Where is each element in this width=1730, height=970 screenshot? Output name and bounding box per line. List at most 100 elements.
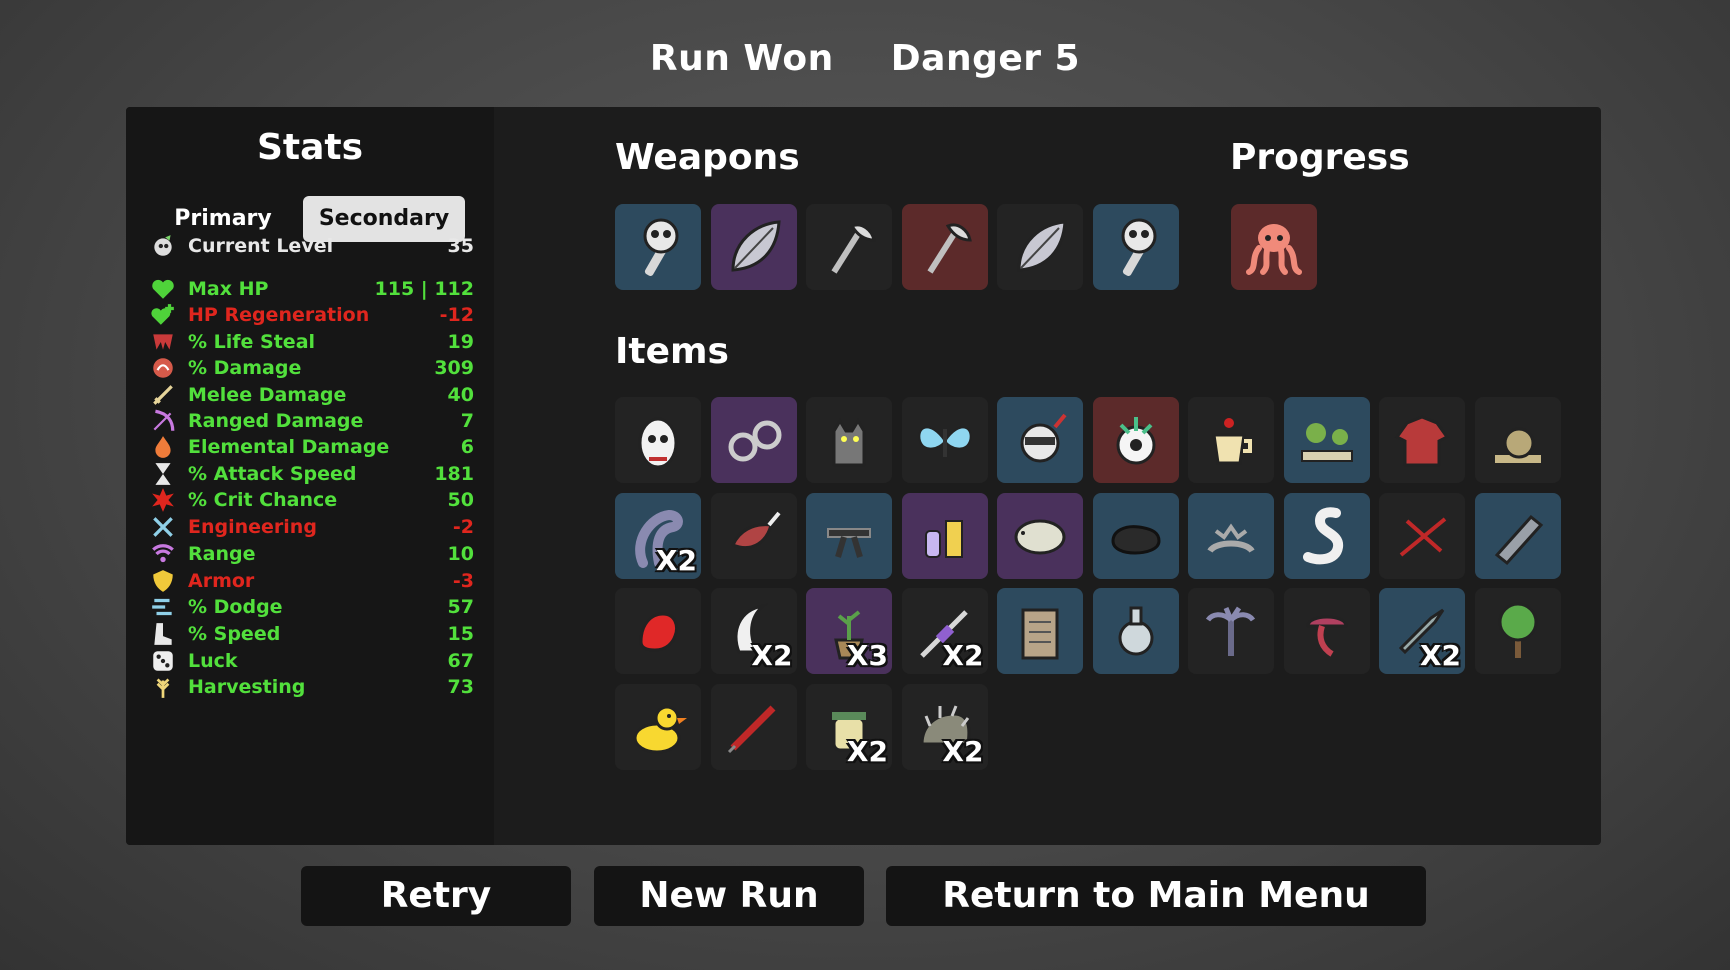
item-quantity: X2 — [1419, 639, 1461, 672]
weapon-slot[interactable] — [710, 204, 797, 290]
item-slot[interactable]: X2 — [901, 683, 988, 770]
retry-button[interactable]: Retry — [301, 866, 571, 926]
danger-level: Danger 5 — [890, 38, 1081, 79]
item-slot[interactable] — [1474, 492, 1561, 579]
item-slot[interactable] — [1379, 492, 1465, 579]
stat-row[interactable]: % Damage 309 — [150, 355, 474, 381]
item-slot[interactable]: X2 — [1379, 588, 1465, 674]
stat-value: 15 — [447, 623, 474, 645]
butterfly-icon — [910, 405, 980, 475]
duck-icon — [623, 692, 693, 762]
item-slot[interactable] — [1283, 397, 1370, 483]
stat-label: Melee Damage — [188, 384, 347, 406]
egg-icon — [623, 405, 693, 475]
stat-row[interactable]: Max HP 115 | 112 — [150, 276, 474, 302]
octopus-icon — [1239, 212, 1309, 282]
item-slot[interactable] — [1379, 397, 1465, 483]
item-slot[interactable] — [806, 397, 892, 483]
stat-row[interactable]: Melee Damage 40 — [150, 382, 474, 408]
garden-icon — [1292, 405, 1362, 475]
stat-row[interactable]: % Speed 15 — [150, 621, 474, 647]
stat-row[interactable]: Armor -3 — [150, 568, 474, 594]
item-slot[interactable] — [1474, 588, 1561, 674]
item-slot[interactable] — [1283, 588, 1370, 674]
item-slot[interactable]: X2 — [806, 683, 892, 770]
item-slot[interactable] — [710, 397, 797, 483]
item-slot[interactable] — [997, 588, 1083, 674]
item-slot[interactable] — [901, 492, 988, 579]
item-slot[interactable] — [1474, 397, 1561, 483]
skull-wrench-icon — [623, 212, 693, 282]
stat-value: 7 — [460, 410, 474, 432]
stone-icon — [1101, 501, 1171, 571]
stat-row[interactable]: Range 10 — [150, 541, 474, 567]
fangs-icon — [150, 330, 176, 354]
weapon-slot[interactable] — [901, 204, 988, 290]
item-slot[interactable] — [901, 397, 988, 483]
run-header: Run Won Danger 5 — [0, 38, 1730, 79]
stat-value: 309 — [434, 357, 474, 379]
main-menu-button[interactable]: Return to Main Menu — [886, 866, 1426, 926]
axe-icon — [814, 212, 884, 282]
sword-icon — [150, 383, 176, 407]
stat-label: % Damage — [188, 357, 302, 379]
axe-icon — [910, 212, 980, 282]
weapon-slot[interactable] — [806, 204, 892, 290]
stat-row[interactable]: % Attack Speed 181 — [150, 461, 474, 487]
item-slot[interactable] — [615, 683, 701, 770]
mushroom-icon — [1292, 596, 1362, 666]
stat-row[interactable]: Ranged Damage 7 — [150, 408, 474, 434]
flask-icon — [1101, 596, 1171, 666]
item-slot[interactable] — [1188, 397, 1274, 483]
item-slot[interactable] — [1283, 492, 1370, 579]
stat-label: Engineering — [188, 516, 317, 538]
weapon-slot[interactable] — [615, 204, 701, 290]
stat-row[interactable]: Engineering -2 — [150, 514, 474, 540]
item-slot[interactable] — [710, 492, 797, 579]
item-slot[interactable]: X3 — [806, 588, 892, 674]
stat-row[interactable]: % Dodge 57 — [150, 594, 474, 620]
item-slot[interactable] — [1092, 588, 1179, 674]
weapon-slot[interactable] — [997, 204, 1083, 290]
item-slot[interactable] — [710, 683, 797, 770]
item-slot[interactable] — [997, 492, 1083, 579]
stat-label: Luck — [188, 650, 238, 672]
stat-row[interactable]: Elemental Damage 6 — [150, 434, 474, 460]
stat-row[interactable]: HP Regeneration -12 — [150, 302, 474, 328]
stat-value: 10 — [447, 543, 474, 565]
stat-row[interactable]: Harvesting 73 — [150, 674, 474, 700]
stat-label: Harvesting — [188, 676, 306, 698]
item-slot[interactable]: X2 — [615, 492, 701, 579]
weapon-slot[interactable] — [1092, 204, 1179, 290]
stat-row[interactable]: % Life Steal 19 — [150, 329, 474, 355]
wheat-icon — [150, 675, 176, 699]
wrench-icon — [150, 515, 176, 539]
item-slot[interactable] — [1188, 492, 1274, 579]
range-icon — [150, 542, 176, 566]
stat-value: 35 — [447, 235, 474, 257]
stat-row[interactable]: % Crit Chance 50 — [150, 487, 474, 513]
item-slot[interactable]: X2 — [710, 588, 797, 674]
item-slot[interactable] — [1092, 397, 1179, 483]
item-slot[interactable] — [997, 397, 1083, 483]
item-slot[interactable] — [615, 397, 701, 483]
item-slot[interactable] — [615, 588, 701, 674]
stat-row[interactable]: Current Level 35 — [150, 233, 474, 259]
stat-label: Current Level — [188, 235, 334, 257]
new-run-button[interactable]: New Run — [594, 866, 864, 926]
stat-value: 6 — [460, 436, 474, 458]
stat-value: 19 — [447, 331, 474, 353]
scar-icon — [1387, 501, 1457, 571]
stat-row[interactable]: Luck 67 — [150, 648, 474, 674]
item-slot[interactable] — [1188, 588, 1274, 674]
syringe-icon — [719, 692, 789, 762]
black-belt-icon — [814, 501, 884, 571]
item-slot[interactable] — [806, 492, 892, 579]
item-slot[interactable]: X2 — [901, 588, 988, 674]
tree-icon — [1483, 596, 1553, 666]
item-slot[interactable] — [1092, 492, 1179, 579]
progress-slot[interactable] — [1231, 204, 1317, 290]
leaf-blade-icon — [1005, 212, 1075, 282]
crown-icon — [1196, 501, 1266, 571]
plank-icon — [1483, 501, 1553, 571]
